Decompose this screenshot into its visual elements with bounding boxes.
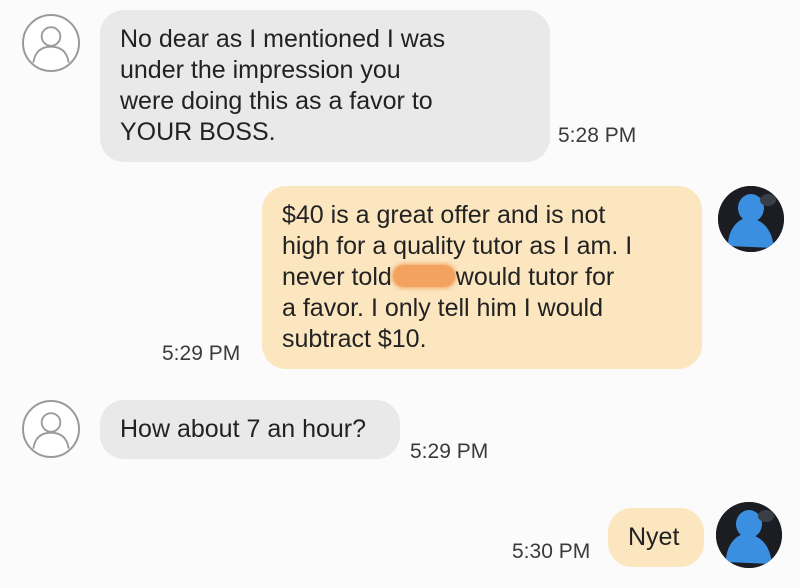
- message-text: a favor. I only tell him I would: [282, 294, 603, 322]
- own-avatar-photo[interactable]: [716, 502, 782, 568]
- contact-avatar-icon[interactable]: [22, 400, 80, 458]
- message-bubble-outgoing[interactable]: $40 is a great offer and is not high for…: [262, 186, 702, 369]
- contact-avatar-icon[interactable]: [22, 14, 80, 72]
- message-timestamp: 5:29 PM: [162, 342, 241, 365]
- message-text: $40 is a great offer and is not: [282, 201, 606, 229]
- message-bubble-outgoing[interactable]: Nyet: [608, 508, 704, 567]
- message-text: under the impression you: [120, 56, 401, 84]
- message-bubble-incoming[interactable]: How about 7 an hour?: [100, 400, 400, 459]
- message-thread: No dear as I mentioned I was under the i…: [0, 0, 800, 588]
- person-outline-icon: [32, 26, 70, 63]
- message-text: How about 7 an hour?: [120, 415, 367, 443]
- profile-photo-icon: [718, 186, 784, 252]
- redaction-mark: [392, 265, 455, 287]
- message-bubble-incoming[interactable]: No dear as I mentioned I was under the i…: [100, 10, 550, 162]
- message-text-with-redaction: never told would tutor for: [282, 262, 684, 293]
- person-outline-icon: [32, 412, 70, 449]
- profile-photo-icon: [716, 502, 782, 568]
- message-timestamp: 5:29 PM: [410, 440, 489, 463]
- own-avatar-photo[interactable]: [718, 186, 784, 252]
- message-text: never told: [282, 263, 392, 291]
- message-timestamp: 5:30 PM: [512, 540, 591, 563]
- message-timestamp: 5:28 PM: [558, 124, 637, 147]
- message-text: were doing this as a favor to: [120, 87, 433, 115]
- message-text: high for a quality tutor as I am. I: [282, 232, 633, 260]
- message-text: YOUR BOSS.: [120, 118, 276, 146]
- message-text: No dear as I mentioned I was: [120, 25, 446, 53]
- message-text: Nyet: [628, 523, 680, 551]
- message-text: subtract $10.: [282, 325, 427, 353]
- message-text: would tutor for: [455, 263, 615, 291]
